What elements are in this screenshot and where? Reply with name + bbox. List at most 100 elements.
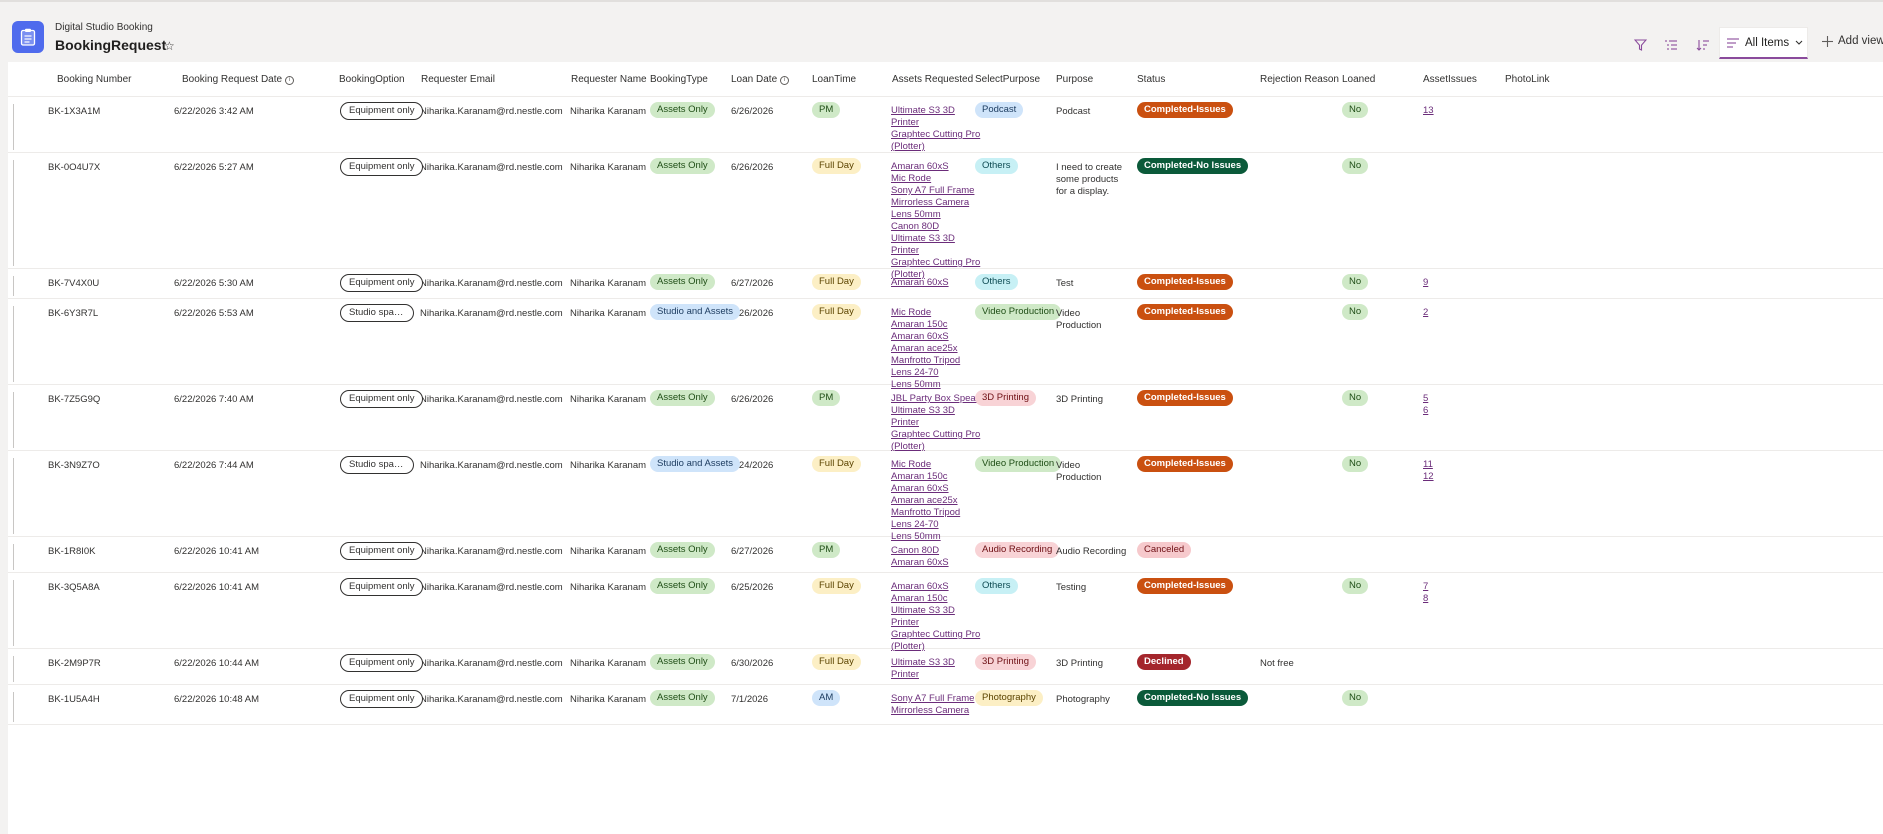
column-header-requester-name[interactable]: Requester Name (571, 74, 647, 85)
booking-number-text[interactable]: BK-7V4X0U (48, 278, 99, 289)
column-header-photo-link[interactable]: PhotoLink (1505, 74, 1549, 85)
asset-link[interactable]: Amaran 150c (891, 319, 960, 331)
table-row[interactable]: BK-6Y3R7L 6/22/2026 5:53 AM Niharika.Karan… (8, 298, 1883, 390)
asset-link[interactable]: Mic Rode (891, 459, 960, 471)
booking-number-text[interactable]: BK-7Z5G9Q (48, 394, 100, 405)
table-row[interactable]: BK-1U5A4H 6/22/2026 10:48 AM Niharika.Kara… (8, 684, 1883, 725)
asset-link[interactable]: Canon 80D (891, 545, 949, 557)
asset-link[interactable]: Mirrorless Camera (891, 197, 980, 209)
column-header-select-purpose[interactable]: SelectPurpose (975, 74, 1040, 85)
asset-link[interactable]: Mic Rode (891, 307, 960, 319)
asset-link[interactable]: Ultimate S3 3D (891, 405, 989, 417)
column-header-booking-number[interactable]: Booking Number (57, 74, 131, 85)
table-row[interactable]: BK-1R8I0K 6/22/2026 10:41 AM Niharika.Kara… (8, 536, 1883, 573)
column-header-assets-requested[interactable]: Assets Requested (892, 74, 973, 85)
asset-link[interactable]: Lens 24-70 (891, 367, 960, 379)
asset-link[interactable]: Sony A7 Full Frame (891, 693, 974, 705)
asset-link[interactable]: Graphtec Cutting Pro (891, 629, 980, 641)
asset-issue-link[interactable]: 11 (1423, 459, 1434, 471)
asset-link[interactable]: Ultimate S3 3D (891, 605, 980, 617)
star-icon[interactable]: ☆ (164, 39, 175, 53)
asset-link[interactable]: Canon 80D (891, 221, 980, 233)
asset-link[interactable]: Printer (891, 617, 980, 629)
info-icon[interactable]: i (285, 76, 295, 85)
cell-booking-number[interactable]: BK-1R8I0K (48, 546, 96, 557)
cell-booking-number[interactable]: BK-1X3A1M (48, 106, 100, 117)
asset-link[interactable]: Ultimate S3 3D (891, 233, 980, 245)
asset-link[interactable]: Mirrorless Camera (891, 705, 974, 717)
table-row[interactable]: BK-7Z5G9Q 6/22/2026 7:40 AM Niharika.Karan… (8, 384, 1883, 452)
site-name[interactable]: Digital Studio Booking (55, 22, 153, 33)
asset-link[interactable]: Amaran 150c (891, 593, 980, 605)
asset-link[interactable]: Sony A7 Full Frame (891, 185, 980, 197)
asset-link[interactable]: Amaran 60xS (891, 331, 960, 343)
booking-number-text[interactable]: BK-1R8I0K (48, 546, 96, 557)
asset-issue-link[interactable]: 12 (1423, 471, 1434, 483)
asset-link[interactable]: Amaran 60xS (891, 581, 980, 593)
view-selector[interactable]: All Items (1719, 27, 1808, 59)
cell-booking-number[interactable]: BK-3N9Z7O (48, 460, 100, 471)
booking-number-text[interactable]: BK-1X3A1M (48, 106, 100, 117)
booking-number-text[interactable]: BK-3Q5A8A (48, 582, 100, 593)
table-row[interactable]: BK-0O4U7X 6/22/2026 5:27 AM Niharika.Karan… (8, 152, 1883, 280)
asset-issue-link[interactable]: 5 (1423, 393, 1428, 405)
sort-icon[interactable] (1692, 34, 1714, 56)
asset-link[interactable]: Amaran 60xS (891, 161, 980, 173)
table-row[interactable]: BK-3N9Z7O 6/22/2026 7:44 AM Niharika.Karan… (8, 450, 1883, 542)
add-view-button[interactable]: Add view (1822, 35, 1883, 47)
booking-number-text[interactable]: BK-6Y3R7L (48, 308, 98, 319)
cell-booking-number[interactable]: BK-3Q5A8A (48, 582, 100, 593)
asset-link[interactable]: Graphtec Cutting Pro (891, 129, 980, 141)
cell-booking-number[interactable]: BK-1U5A4H (48, 694, 100, 705)
asset-link[interactable]: Amaran 60xS (891, 557, 949, 569)
booking-number-text[interactable]: BK-1U5A4H (48, 694, 100, 705)
table-row[interactable]: BK-1X3A1M 6/22/2026 3:42 AM Niharika.Karan… (8, 96, 1883, 153)
asset-link[interactable]: Printer (891, 669, 955, 681)
column-header-requester-email[interactable]: Requester Email (421, 74, 495, 85)
asset-link[interactable]: Ultimate S3 3D (891, 657, 955, 669)
filter-icon[interactable] (1629, 34, 1651, 56)
asset-link[interactable]: Ultimate S3 3D (891, 105, 980, 117)
asset-link[interactable]: Mic Rode (891, 173, 980, 185)
asset-link[interactable]: Lens 50mm (891, 209, 980, 221)
column-header-loan-date[interactable]: Loan Date i (731, 74, 790, 85)
cell-booking-number[interactable]: BK-7Z5G9Q (48, 394, 100, 405)
asset-issue-link[interactable]: 8 (1423, 593, 1428, 605)
column-header-booking-type[interactable]: BookingType (650, 74, 708, 85)
column-header-loaned[interactable]: Loaned (1342, 74, 1375, 85)
cell-booking-number[interactable]: BK-7V4X0U (48, 278, 99, 289)
column-header-purpose[interactable]: Purpose (1056, 74, 1093, 85)
asset-issue-link[interactable]: 13 (1423, 105, 1434, 117)
column-header-loan-time[interactable]: LoanTime (812, 74, 856, 85)
asset-link[interactable]: Printer (891, 117, 980, 129)
asset-link[interactable]: Graphtec Cutting Pro (891, 429, 989, 441)
asset-link[interactable]: Amaran 150c (891, 471, 960, 483)
asset-link[interactable]: Printer (891, 245, 980, 257)
column-header-asset-issues[interactable]: AssetIssues (1423, 74, 1477, 85)
group-by-icon[interactable] (1660, 34, 1682, 56)
asset-link[interactable]: Amaran 60xS (891, 483, 960, 495)
column-header-rejection-reason[interactable]: Rejection Reason (1260, 74, 1339, 85)
asset-link[interactable]: Printer (891, 417, 989, 429)
asset-issue-link[interactable]: 7 (1423, 581, 1428, 593)
asset-link[interactable]: Amaran 60xS (891, 277, 949, 289)
table-row[interactable]: BK-2M9P7R 6/22/2026 10:44 AM Niharika.Kara… (8, 648, 1883, 685)
asset-link[interactable]: Manfrotto Tripod (891, 507, 960, 519)
cell-booking-number[interactable]: BK-6Y3R7L (48, 308, 98, 319)
asset-link[interactable]: Manfrotto Tripod (891, 355, 960, 367)
column-header-booking-request-date[interactable]: Booking Request Date i (182, 74, 295, 85)
asset-link[interactable]: Amaran ace25x (891, 343, 960, 355)
table-row[interactable]: BK-7V4X0U 6/22/2026 5:30 AM Niharika.Karan… (8, 268, 1883, 299)
asset-link[interactable]: Amaran ace25x (891, 495, 960, 507)
table-row[interactable]: BK-3Q5A8A 6/22/2026 10:41 AM Niharika.Kara… (8, 572, 1883, 652)
cell-booking-number[interactable]: BK-0O4U7X (48, 162, 100, 173)
info-icon[interactable]: i (780, 76, 790, 85)
booking-number-text[interactable]: BK-2M9P7R (48, 658, 101, 669)
column-header-status[interactable]: Status (1137, 74, 1165, 85)
asset-link[interactable]: Lens 24-70 (891, 519, 960, 531)
booking-number-text[interactable]: BK-0O4U7X (48, 162, 100, 173)
cell-booking-number[interactable]: BK-2M9P7R (48, 658, 101, 669)
asset-issue-link[interactable]: 9 (1423, 277, 1428, 289)
asset-issue-link[interactable]: 2 (1423, 307, 1428, 319)
column-header-booking-option[interactable]: BookingOption (339, 74, 405, 85)
